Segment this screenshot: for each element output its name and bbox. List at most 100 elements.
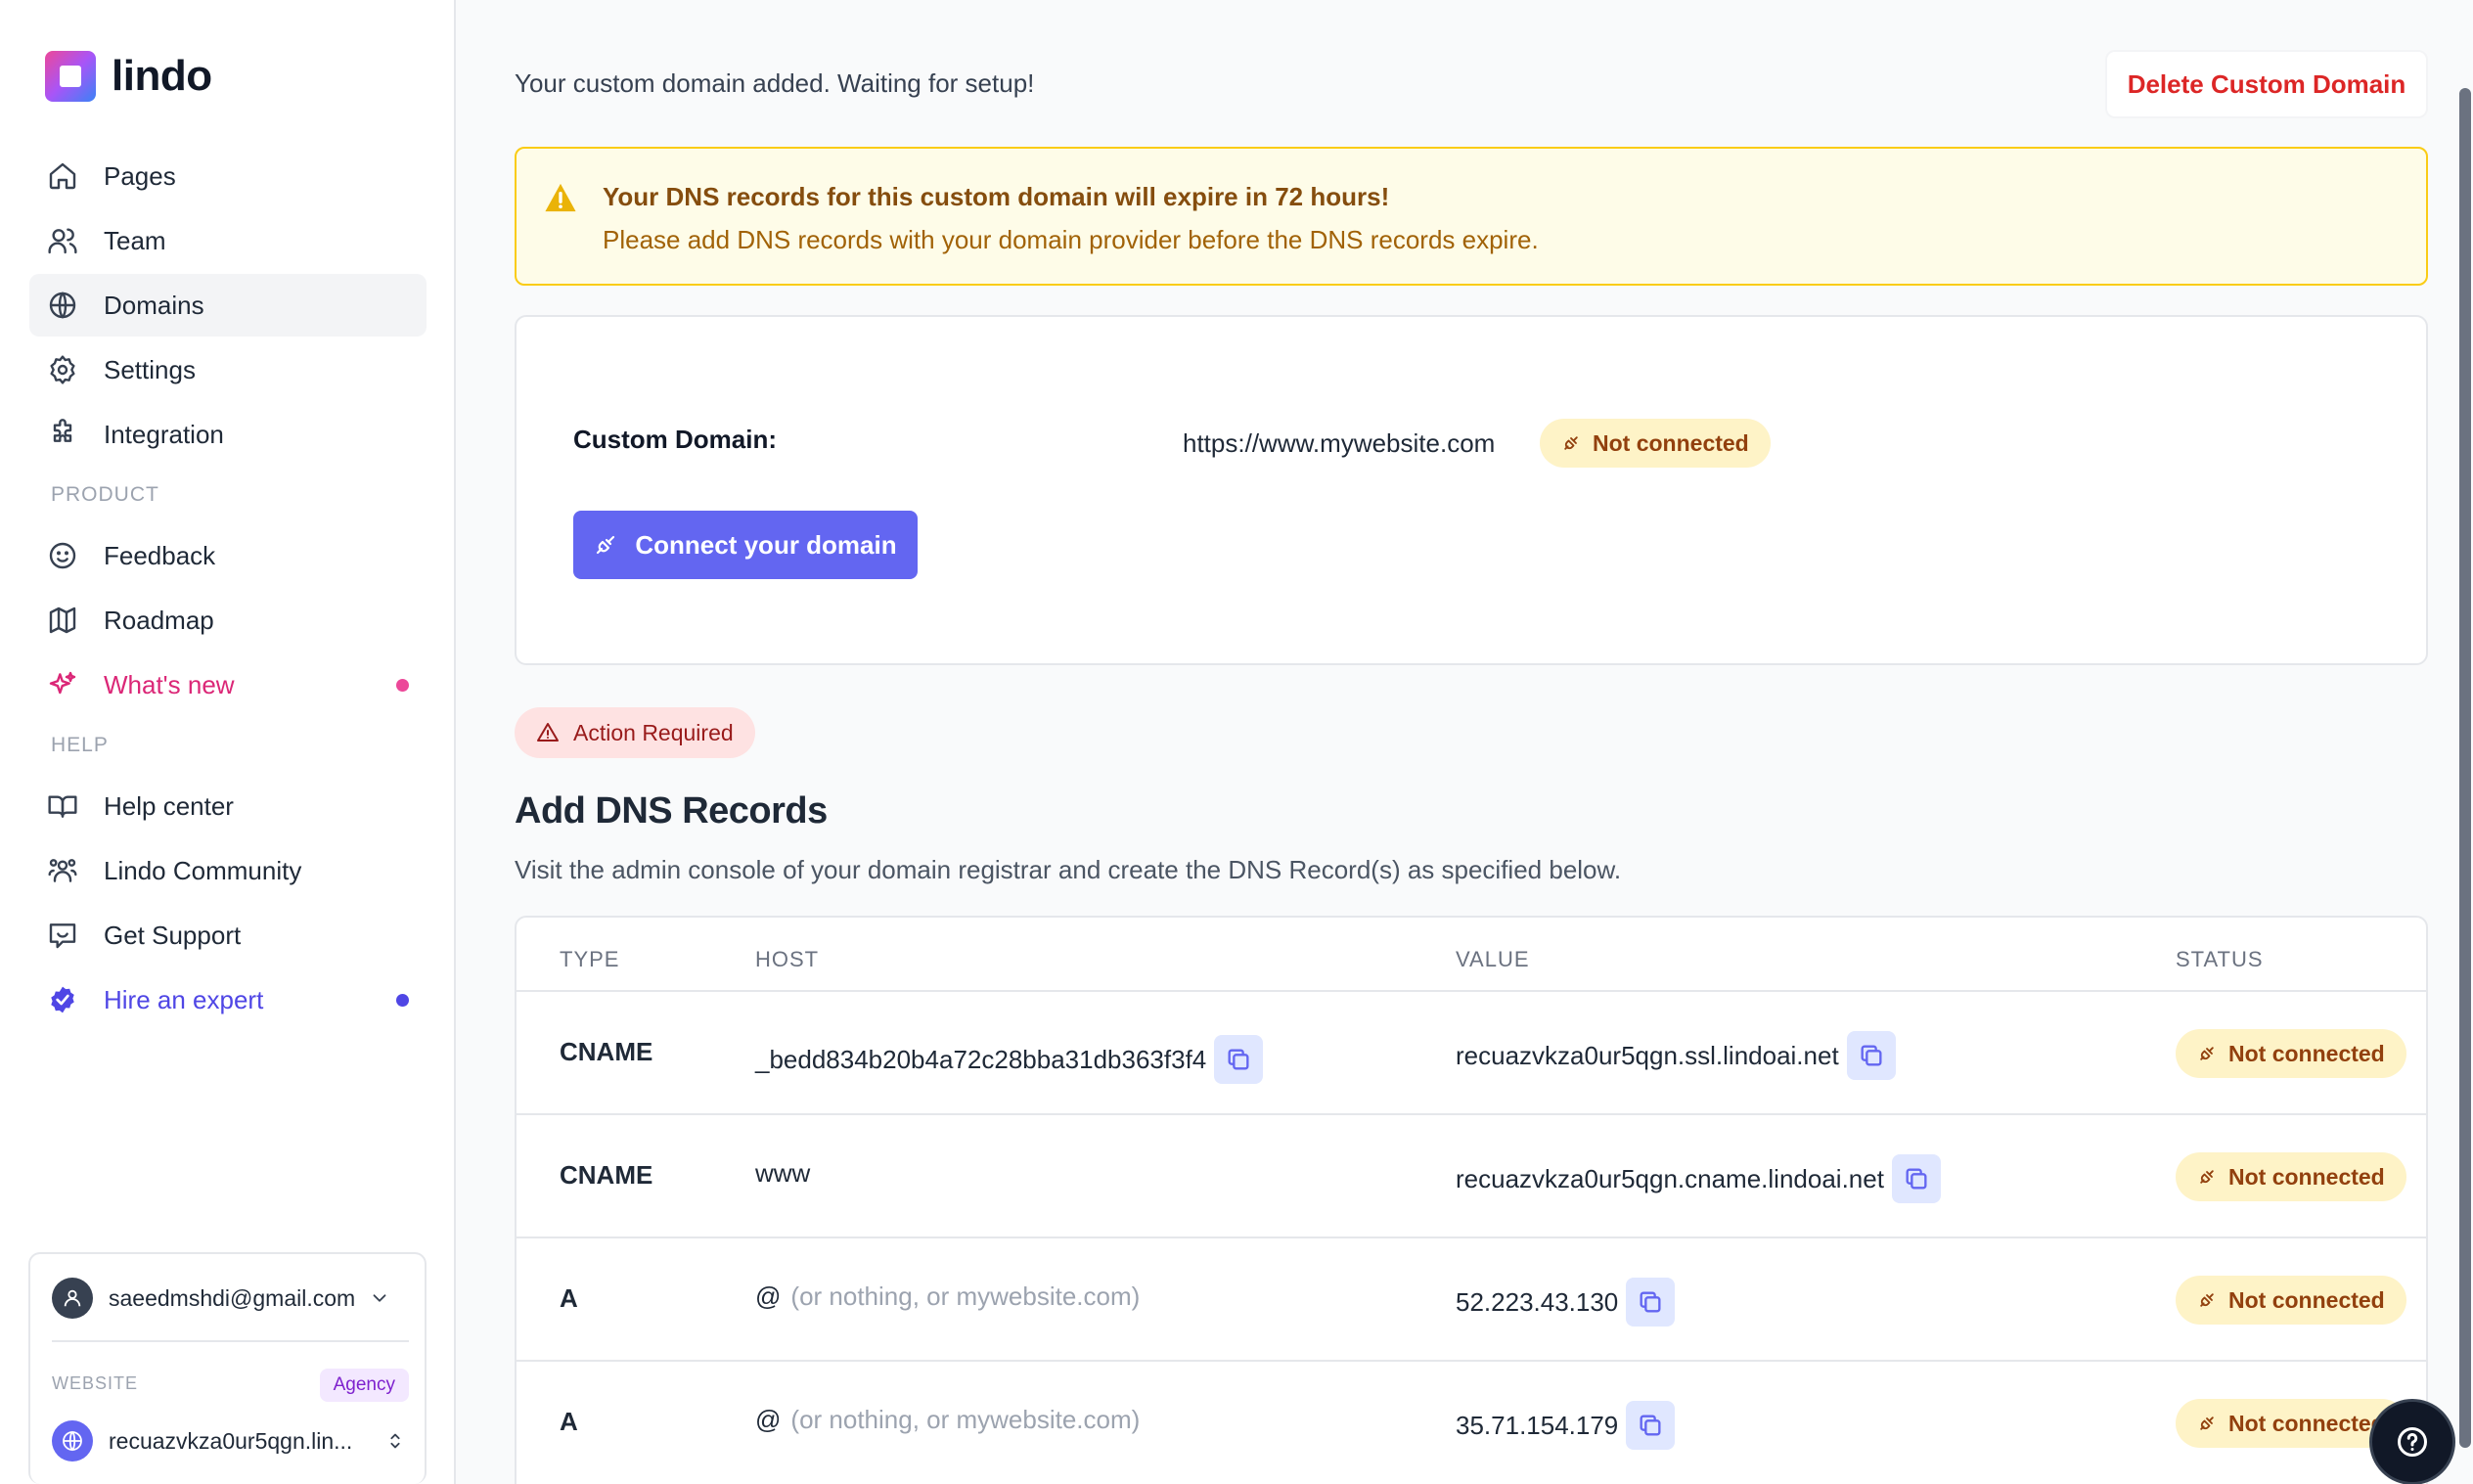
sidebar-item-get-support[interactable]: Get Support	[29, 904, 427, 967]
column-header-type: TYPE	[560, 947, 620, 971]
copy-value-button[interactable]	[1626, 1401, 1676, 1450]
status-badge: Not connected	[2176, 1276, 2406, 1325]
logo-text: lindo	[112, 52, 212, 100]
copy-icon	[1640, 1291, 1661, 1313]
users-icon	[47, 225, 78, 256]
record-value: recuazvkza0ur5qgn.cname.lindoai.net	[1456, 1154, 1941, 1203]
sidebar-item-lindo-community[interactable]: Lindo Community	[29, 839, 427, 902]
sidebar-item-help-center[interactable]: Help center	[29, 775, 427, 837]
record-host: www	[755, 1158, 810, 1189]
unplugged-icon	[2200, 1170, 2214, 1184]
puzzle-icon	[47, 419, 78, 450]
record-value: 52.223.43.130	[1456, 1278, 1676, 1327]
sidebar-item-label: Hire an expert	[104, 984, 264, 1014]
custom-domain-label: Custom Domain:	[573, 425, 777, 454]
sidebar-item-pages[interactable]: Pages	[29, 145, 427, 207]
custom-domain-url: https://www.mywebsite.com	[1183, 428, 1496, 458]
dns-section-title: Add DNS Records	[515, 790, 828, 832]
copy-value-button[interactable]	[1626, 1278, 1676, 1327]
lindo-logo-icon	[45, 51, 96, 102]
warning-text: Please add DNS records with your domain …	[603, 225, 1539, 254]
copy-icon	[1640, 1415, 1661, 1436]
main-content: Your custom domain added. Waiting for se…	[458, 0, 2473, 1484]
unplugged-icon	[2200, 1417, 2214, 1430]
record-type: A	[560, 1407, 578, 1436]
dns-records-table: TYPE HOST VALUE STATUS CNAME _bedd834b20…	[515, 916, 2428, 1484]
action-required-badge: Action Required	[515, 707, 755, 758]
unplugged-icon	[2200, 1293, 2214, 1307]
copy-value-button[interactable]	[1891, 1154, 1941, 1203]
sidebar-item-label: Help center	[104, 790, 234, 821]
record-type: CNAME	[560, 1160, 653, 1190]
unplugged-icon	[2200, 1047, 2214, 1060]
sidebar-item-label: Roadmap	[104, 605, 214, 635]
website-switcher[interactable]: recuazvkza0ur5qgn.lin...	[52, 1420, 406, 1462]
scrollbar[interactable]	[2459, 88, 2471, 1448]
action-required-text: Action Required	[573, 719, 734, 745]
status-text: Not connected	[2228, 1410, 2385, 1436]
alert-triangle-icon	[537, 723, 559, 742]
logo[interactable]: lindo	[45, 51, 212, 102]
sidebar-item-domains[interactable]: Domains	[29, 274, 427, 337]
column-header-value: VALUE	[1456, 947, 1530, 971]
host-hint: (or nothing, or mywebsite.com)	[790, 1282, 1141, 1311]
record-type: CNAME	[560, 1037, 653, 1066]
delete-custom-domain-button[interactable]: Delete Custom Domain	[2105, 50, 2428, 118]
status-message: Your custom domain added. Waiting for se…	[515, 68, 1035, 98]
gear-icon	[47, 354, 78, 385]
host-value: @	[755, 1405, 782, 1434]
chevron-down-icon	[373, 1294, 386, 1302]
table-row: A @ (or nothing, or mywebsite.com) 52.22…	[517, 1238, 2426, 1362]
copy-value-button[interactable]	[1846, 1031, 1896, 1080]
copy-icon	[1861, 1045, 1882, 1066]
chevron-up-down-icon	[390, 1433, 400, 1449]
website-label: WEBSITE	[52, 1373, 139, 1393]
host-value: www	[755, 1158, 811, 1188]
status-text: Not connected	[2228, 1040, 2385, 1066]
connect-domain-label: Connect your domain	[635, 529, 897, 560]
sidebar-item-feedback[interactable]: Feedback	[29, 524, 427, 587]
copy-icon	[1228, 1049, 1249, 1070]
home-icon	[47, 160, 78, 192]
account-switcher[interactable]: saeedmshdi@gmail.com	[52, 1278, 390, 1319]
value-text: recuazvkza0ur5qgn.cname.lindoai.net	[1456, 1163, 1884, 1193]
connect-domain-button[interactable]: Connect your domain	[573, 511, 918, 579]
verified-badge-icon	[47, 984, 78, 1015]
status-text: Not connected	[2228, 1163, 2385, 1190]
sidebar-item-integration[interactable]: Integration	[29, 403, 427, 466]
question-icon	[2398, 1427, 2427, 1457]
value-text: 35.71.154.179	[1456, 1410, 1619, 1440]
status-text: Not connected	[2228, 1286, 2385, 1313]
new-indicator-dot	[396, 679, 409, 692]
host-value: _bedd834b20b4a72c28bba31db363f3f4	[755, 1044, 1207, 1074]
status-badge: Not connected	[2176, 1029, 2406, 1078]
community-icon	[47, 855, 78, 886]
plan-badge: Agency	[319, 1369, 409, 1402]
copy-host-button[interactable]	[1214, 1035, 1264, 1084]
dns-section-subtitle: Visit the admin console of your domain r…	[515, 855, 1622, 884]
table-row: CNAME _bedd834b20b4a72c28bba31db363f3f4 …	[517, 992, 2426, 1115]
warning-icon	[545, 183, 576, 212]
book-icon	[47, 790, 78, 822]
section-label-product: PRODUCT	[51, 483, 159, 506]
sidebar-item-whats-new[interactable]: What's new	[29, 653, 427, 716]
status-badge: Not connected	[1540, 419, 1771, 468]
help-button[interactable]	[2369, 1399, 2455, 1484]
sidebar-item-roadmap[interactable]: Roadmap	[29, 589, 427, 652]
sidebar-item-settings[interactable]: Settings	[29, 338, 427, 401]
smile-icon	[47, 540, 78, 571]
new-indicator-dot	[396, 994, 409, 1007]
globe-icon	[47, 290, 78, 321]
chat-icon	[47, 920, 78, 951]
value-text: recuazvkza0ur5qgn.ssl.lindoai.net	[1456, 1040, 1839, 1070]
sidebar-item-label: Feedback	[104, 540, 216, 570]
copy-icon	[1906, 1168, 1927, 1190]
sidebar-item-hire-an-expert[interactable]: Hire an expert	[29, 968, 427, 1031]
sidebar-item-team[interactable]: Team	[29, 209, 427, 272]
section-label-help: HELP	[51, 734, 109, 756]
sparkles-icon	[47, 669, 78, 700]
sidebar-item-label: Get Support	[104, 920, 242, 950]
plug-icon	[597, 535, 615, 555]
website-name: recuazvkza0ur5qgn.lin...	[109, 1427, 353, 1454]
sidebar-item-label: What's new	[104, 669, 235, 699]
